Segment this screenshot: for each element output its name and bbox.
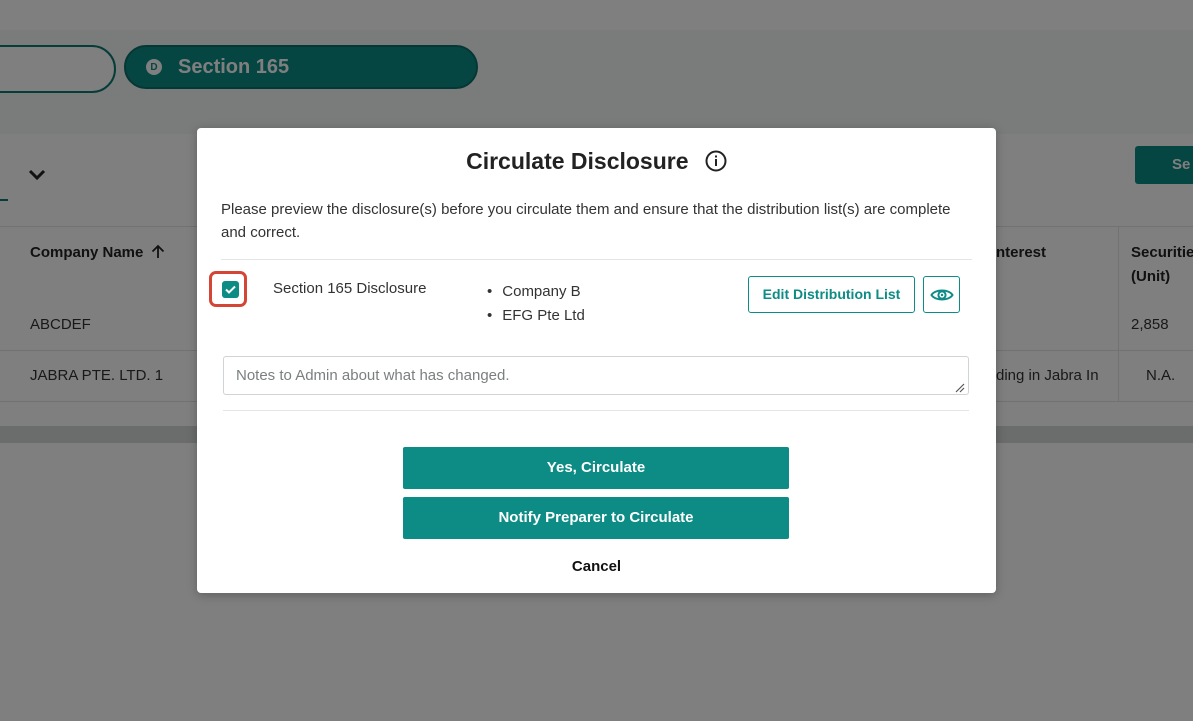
modal-description: Please preview the disclosure(s) before …	[221, 201, 951, 241]
distribution-item: EFG Pte Ltd	[487, 304, 585, 328]
circulate-disclosure-modal: Circulate Disclosure Please preview the …	[197, 128, 996, 593]
divider	[221, 259, 972, 260]
notify-preparer-button[interactable]: Notify Preparer to Circulate	[403, 497, 789, 539]
preview-button[interactable]	[923, 276, 960, 313]
cancel-button[interactable]: Cancel	[197, 558, 996, 575]
resize-handle-icon[interactable]	[955, 383, 965, 393]
modal-title: Circulate Disclosure	[197, 148, 996, 175]
disclosure-name: Section 165 Disclosure	[273, 280, 427, 297]
edit-distribution-list-button[interactable]: Edit Distribution List	[748, 276, 915, 313]
checkmark-icon	[225, 285, 236, 294]
info-icon[interactable]	[705, 150, 727, 172]
eye-icon	[929, 289, 954, 300]
distribution-list: Company B EFG Pte Ltd	[487, 280, 585, 328]
notes-to-admin-input[interactable]	[223, 356, 969, 395]
disclosure-checkbox[interactable]	[222, 281, 239, 298]
divider	[223, 410, 969, 411]
distribution-item: Company B	[487, 280, 585, 304]
yes-circulate-button[interactable]: Yes, Circulate	[403, 447, 789, 489]
modal-title-text: Circulate Disclosure	[466, 148, 689, 174]
